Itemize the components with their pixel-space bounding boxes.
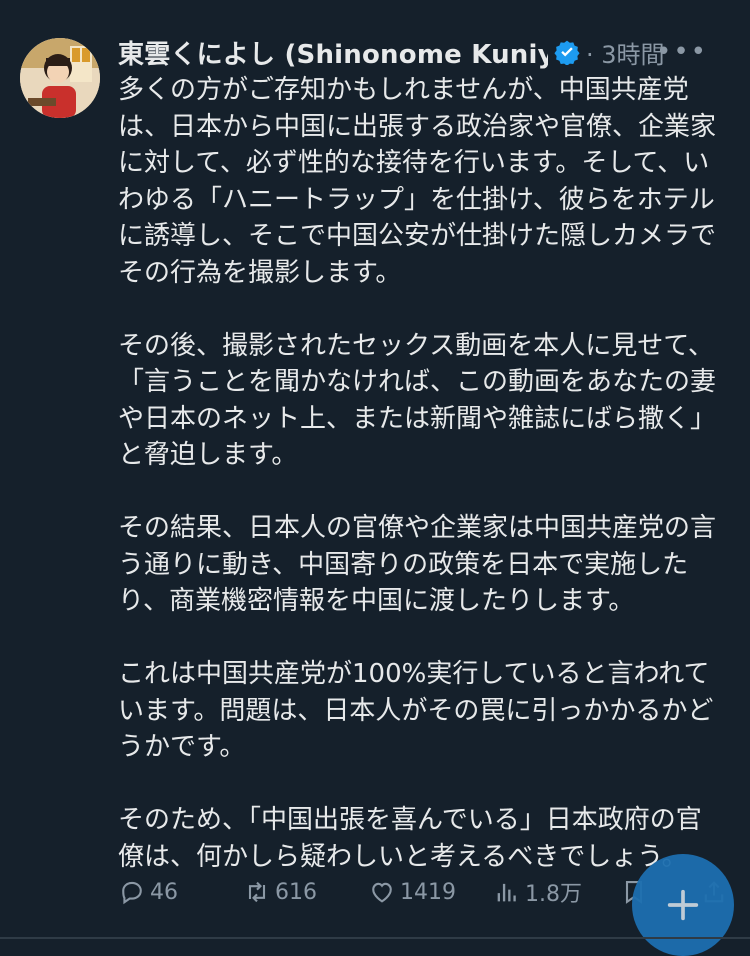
body-line: その結果、日本人の官僚や企業家は中国共産党の言 [118, 513, 717, 543]
body-line: そのため、「中国出張を喜んでいる」日本政府の官 [118, 805, 702, 835]
post-time[interactable]: · 3時間 [586, 35, 665, 70]
like-count: 1419 [400, 879, 456, 905]
verified-badge-icon [554, 40, 580, 65]
retweet-icon [248, 881, 266, 903]
body-line: や日本のネット上、または新聞や雑誌にばら撒く」 [118, 403, 717, 434]
body-line: うかです。 [118, 732, 246, 762]
body-line: と脅迫します。 [118, 440, 298, 470]
reply-icon [122, 881, 142, 905]
views-icon [497, 883, 516, 902]
body-line: 僚は、何かしら疑わしいと考えるべきでしょう。 [118, 841, 688, 872]
body-line: います。問題は、日本人がその罠に引っかかるかど [118, 695, 714, 726]
retweet-count: 616 [275, 879, 317, 905]
views-button[interactable]: 1.8万 [493, 872, 582, 912]
body-line: これは中国共産党が100%実行していると言われて [118, 659, 710, 689]
like-icon [372, 882, 392, 903]
tweet-header: 東雲くによし (Shinonome Kuniy... · 3時間 ••• [118, 32, 730, 72]
reply-count: 46 [150, 879, 178, 905]
body-line: う通りに動き、中国寄りの政策を日本で実施した [118, 549, 689, 580]
body-line: わゆる「ハニートラップ」を仕掛け、彼らをホテル [118, 184, 715, 215]
body-line: は、日本から中国に出張する政治家や官僚、企業家 [118, 111, 717, 142]
author-name[interactable]: 東雲くによし (Shinonome Kuniy... [118, 34, 548, 71]
reply-button[interactable]: 46 [118, 872, 178, 912]
body-line: り、商業機密情報を中国に渡したりします。 [118, 586, 635, 616]
compose-button[interactable] [632, 854, 734, 956]
views-count: 1.8万 [525, 882, 582, 907]
like-button[interactable]: 1419 [368, 872, 456, 912]
body-line: に誘導し、そこで中国公安が仕掛けた隠しカメラで [118, 221, 717, 251]
body-line: その後、撮影されたセックス動画を本人に見せて、 [118, 330, 714, 361]
body-line: 「言うことを聞かなければ、この動画をあなたの妻 [118, 367, 717, 397]
tweet-body: 多くの方がご存知かもしれませんが、中国共産党 は、日本から中国に出張する政治家や… [118, 72, 728, 875]
more-icon[interactable]: ••• [656, 32, 708, 72]
avatar-illustration [20, 38, 100, 118]
avatar[interactable] [20, 38, 100, 118]
tweet[interactable]: 東雲くによし (Shinonome Kuniy... · 3時間 ••• 多くの… [0, 0, 750, 956]
body-line: 多くの方がご存知かもしれませんが、中国共産党 [118, 75, 689, 105]
body-line: その行為を撮影します。 [118, 257, 402, 288]
body-line: に対して、必ず性的な接待を行います。そして、い [118, 148, 710, 178]
compose-plus-icon [667, 889, 699, 921]
retweet-button[interactable]: 616 [243, 872, 317, 912]
